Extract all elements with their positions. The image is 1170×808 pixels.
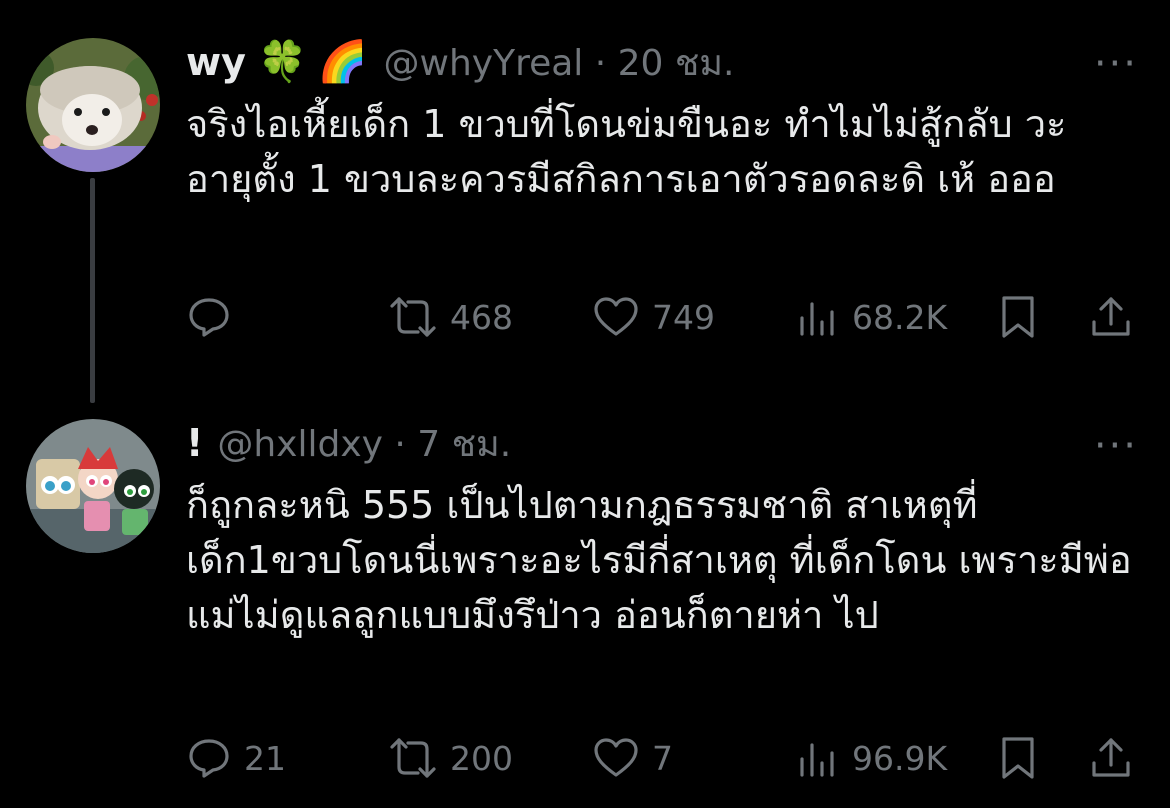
- handle-and-time[interactable]: @whyYreal · 20 ชม.: [384, 34, 735, 91]
- tweet-header: ! @hxlldxy · 7 ชม.: [186, 418, 511, 468]
- action-bar: 21 200 7 96.9K: [186, 733, 1136, 783]
- reply-icon: [189, 298, 229, 337]
- views-count: 68.2K: [852, 297, 948, 337]
- views-count: 96.9K: [852, 738, 948, 778]
- avatar-hedgehog[interactable]: [26, 38, 160, 172]
- bookmark-icon: [1002, 296, 1034, 338]
- thread-line: [90, 178, 95, 403]
- repost-button[interactable]: 468: [388, 292, 513, 342]
- share-icon: [1092, 297, 1130, 336]
- rainbow-emoji: 🌈: [317, 39, 368, 85]
- like-count: 7: [652, 738, 673, 778]
- handle-and-time[interactable]: @hxlldxy · 7 ชม.: [217, 415, 511, 472]
- reply-button[interactable]: 21: [186, 733, 286, 783]
- share-button[interactable]: [1088, 733, 1134, 783]
- repost-button[interactable]: 200: [388, 733, 513, 783]
- repost-count: 468: [450, 297, 513, 337]
- hedgehog-avatar-image: [26, 38, 160, 172]
- like-button[interactable]: 749: [592, 292, 715, 342]
- share-icon: [1092, 738, 1130, 777]
- clover-emoji: 🍀: [257, 39, 308, 85]
- tweet-1[interactable]: wy 🍀 🌈 @whyYreal · 20 ชม. ··· จริงไอเหี้…: [0, 0, 1170, 403]
- tweet-text: จริงไอเหี้ยเด็ก 1 ขวบที่โดนข่มขืนอะ ทำไม…: [186, 102, 1067, 201]
- repost-count: 200: [450, 738, 513, 778]
- powerpuff-avatar-image: [26, 419, 160, 553]
- views-icon: [800, 302, 834, 336]
- tweet-2[interactable]: ! @hxlldxy · 7 ชม. ··· ก็ถูกละหนิ 555 เป…: [0, 400, 1170, 808]
- bookmark-button[interactable]: [998, 733, 1038, 783]
- reply-icon: [189, 739, 229, 778]
- like-icon: [594, 738, 638, 777]
- tweet-header: wy 🍀 🌈 @whyYreal · 20 ชม.: [186, 37, 734, 87]
- more-options-icon[interactable]: ···: [1094, 44, 1138, 84]
- share-button[interactable]: [1088, 292, 1134, 342]
- reply-button[interactable]: [186, 292, 244, 342]
- views-icon: [800, 743, 834, 777]
- like-icon: [594, 297, 638, 336]
- more-options-icon[interactable]: ···: [1094, 426, 1138, 466]
- views-button[interactable]: 68.2K: [796, 292, 947, 342]
- reply-count: 21: [244, 738, 286, 778]
- display-name[interactable]: !: [186, 421, 203, 465]
- repost-icon: [390, 297, 436, 337]
- bookmark-icon: [1002, 737, 1034, 779]
- display-name[interactable]: wy: [186, 40, 246, 84]
- views-button[interactable]: 96.9K: [796, 733, 947, 783]
- tweet-text: ก็ถูกละหนิ 555 เป็นไปตามกฎธรรมชาติ สาเหต…: [186, 483, 1132, 637]
- bookmark-button[interactable]: [998, 292, 1038, 342]
- repost-icon: [390, 738, 436, 778]
- action-bar: 468 749 68.2K: [186, 292, 1136, 342]
- like-button[interactable]: 7: [592, 733, 673, 783]
- like-count: 749: [652, 297, 715, 337]
- avatar-powerpuff[interactable]: [26, 419, 160, 553]
